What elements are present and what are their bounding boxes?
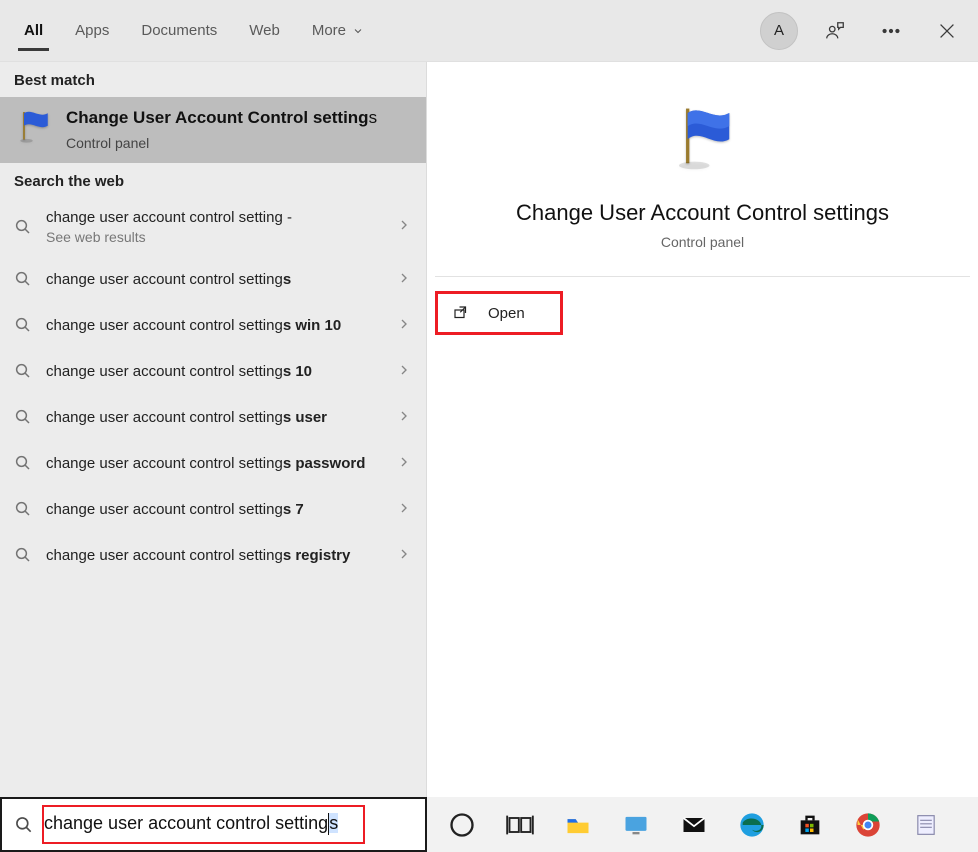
chevron-right-icon: [396, 546, 412, 567]
chevron-right-icon: [396, 454, 412, 475]
taskbar-task-view[interactable]: [503, 808, 537, 842]
best-match-title-main: Change User Account Control setting: [66, 108, 369, 127]
suggestion-text: change user account control settings 7: [46, 500, 382, 520]
taskbar-store[interactable]: [793, 808, 827, 842]
preview-title: Change User Account Control settings: [496, 200, 909, 226]
close-icon: [936, 20, 958, 42]
best-match-title: Change User Account Control settings: [66, 107, 377, 129]
search-icon: [14, 543, 32, 569]
suggestion-text: change user account control settings: [46, 270, 382, 290]
chevron-right-icon: [396, 500, 412, 521]
open-button[interactable]: Open: [435, 291, 563, 335]
search-text: change user account control settings: [44, 813, 419, 835]
notepad-icon: [912, 811, 940, 839]
preview-divider: [435, 276, 970, 277]
web-suggestion[interactable]: change user account control settings 7: [0, 487, 426, 533]
tab-more-label: More: [312, 22, 346, 39]
best-match-subtitle: Control panel: [66, 135, 377, 151]
store-icon: [796, 811, 824, 839]
chevron-right-icon: [396, 362, 412, 383]
taskbar-chrome[interactable]: [851, 808, 885, 842]
tab-all[interactable]: All: [8, 4, 59, 57]
taskbar-app-1[interactable]: [619, 808, 653, 842]
web-suggestion[interactable]: change user account control settings: [0, 257, 426, 303]
taskbar-edge[interactable]: [735, 808, 769, 842]
best-match-title-tail: s: [369, 108, 378, 127]
more-button[interactable]: [872, 12, 910, 50]
taskbar-mail[interactable]: [677, 808, 711, 842]
search-icon: [14, 451, 32, 477]
web-suggestion[interactable]: change user account control settings reg…: [0, 533, 426, 579]
ellipsis-icon: [880, 20, 902, 42]
search-icon: [14, 497, 32, 523]
chevron-right-icon: [396, 408, 412, 429]
results-panel: Best match Change User Account Control s…: [0, 62, 427, 797]
search-icon: [14, 313, 32, 339]
web-suggestion[interactable]: change user account control settings pas…: [0, 441, 426, 487]
search-bar: change user account control settings: [0, 797, 978, 852]
tab-more[interactable]: More: [296, 4, 380, 57]
search-icon: [14, 267, 32, 293]
taskbar-file-explorer[interactable]: [561, 808, 595, 842]
open-external-icon: [452, 304, 470, 322]
web-suggestion[interactable]: change user account control settings win…: [0, 303, 426, 349]
search-icon: [14, 359, 32, 385]
edge-icon: [738, 811, 766, 839]
search-text-typed: change user account control setting: [44, 813, 328, 833]
taskbar: [427, 797, 978, 852]
preview-subtitle: Control panel: [661, 234, 744, 250]
suggestion-text: change user account control setting -See…: [46, 208, 382, 247]
mail-icon: [680, 811, 708, 839]
search-icon: [14, 815, 34, 835]
suggestion-text: change user account control settings use…: [46, 408, 382, 428]
person-feedback-icon: [824, 20, 846, 42]
suggestion-text: change user account control settings pas…: [46, 454, 382, 474]
web-header: Search the web: [0, 163, 426, 198]
chevron-down-icon: [352, 25, 364, 37]
text-caret: [328, 813, 329, 835]
task-view-icon: [506, 811, 534, 839]
suggestion-text: change user account control settings win…: [46, 316, 382, 336]
web-suggestion[interactable]: change user account control setting -See…: [0, 198, 426, 257]
feedback-button[interactable]: [816, 12, 854, 50]
tab-web[interactable]: Web: [233, 4, 296, 57]
search-input[interactable]: change user account control settings: [0, 797, 427, 852]
search-tabbar: All Apps Documents Web More A: [0, 0, 978, 62]
taskbar-cortana[interactable]: [445, 808, 479, 842]
suggestion-text: change user account control settings 10: [46, 362, 382, 382]
file-explorer-icon: [564, 811, 592, 839]
search-tabs: All Apps Documents Web More: [8, 4, 760, 57]
uac-flag-icon: [658, 102, 748, 172]
tab-documents[interactable]: Documents: [125, 4, 233, 57]
cortana-icon: [448, 811, 476, 839]
best-match-item[interactable]: Change User Account Control settings Con…: [0, 97, 426, 163]
chevron-right-icon: [396, 316, 412, 337]
preview-panel: Change User Account Control settings Con…: [427, 62, 978, 797]
avatar[interactable]: A: [760, 12, 798, 50]
search-icon: [14, 215, 32, 241]
web-suggestion[interactable]: change user account control settings use…: [0, 395, 426, 441]
best-match-header: Best match: [0, 62, 426, 97]
search-text-autocomplete: s: [329, 813, 338, 833]
uac-flag-icon: [14, 107, 54, 147]
monitor-icon: [622, 811, 650, 839]
chevron-right-icon: [396, 217, 412, 238]
tab-apps[interactable]: Apps: [59, 4, 125, 57]
search-icon: [14, 405, 32, 431]
close-button[interactable]: [928, 12, 966, 50]
chrome-icon: [854, 811, 882, 839]
chevron-right-icon: [396, 270, 412, 291]
web-suggestion[interactable]: change user account control settings 10: [0, 349, 426, 395]
open-label: Open: [488, 305, 525, 322]
suggestion-text: change user account control settings reg…: [46, 546, 382, 566]
taskbar-notepad[interactable]: [909, 808, 943, 842]
